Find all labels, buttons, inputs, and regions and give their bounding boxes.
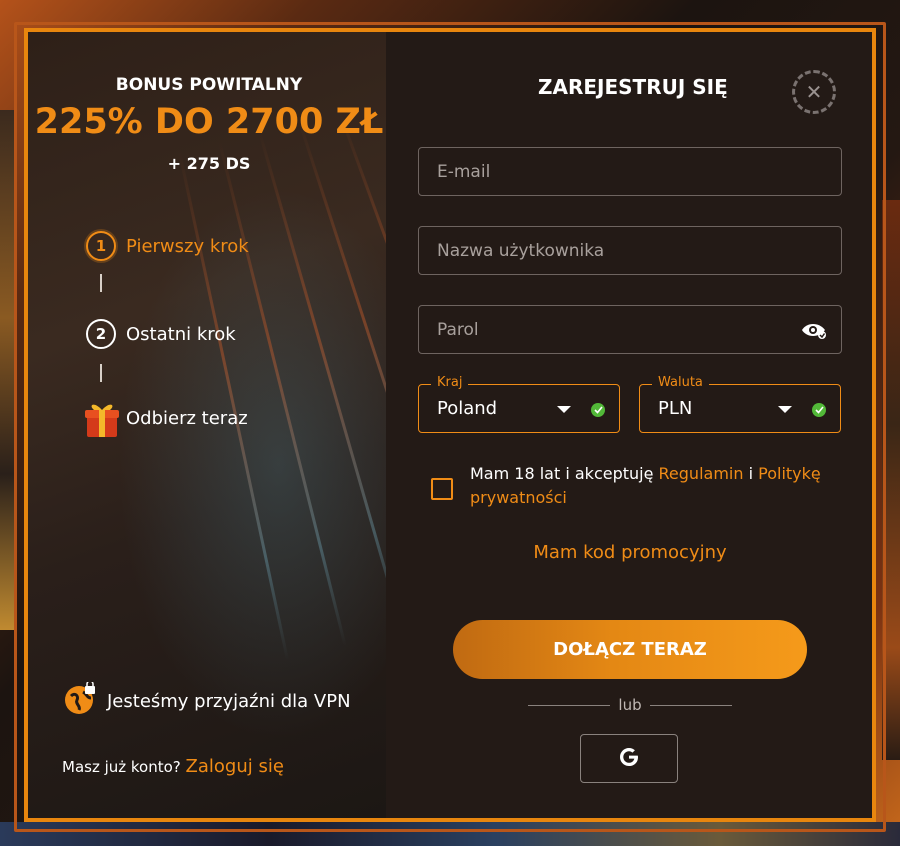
decorative-line bbox=[338, 110, 386, 601]
email-input[interactable] bbox=[437, 161, 841, 182]
form-title: ZAREJESTRUJ SIĘ bbox=[538, 75, 728, 99]
step-connector bbox=[100, 364, 102, 382]
divider-line bbox=[528, 704, 611, 706]
bonus-amount: 225% DO 2700 ZŁ bbox=[34, 102, 384, 142]
bonus-title: BONUS POWITALNY bbox=[115, 75, 303, 95]
close-icon: ✕ bbox=[805, 80, 823, 104]
close-button[interactable]: ✕ bbox=[792, 70, 836, 114]
chevron-down-icon bbox=[778, 406, 792, 413]
google-login-button[interactable] bbox=[580, 734, 678, 783]
currency-legend: Waluta bbox=[652, 375, 709, 390]
step-last: 2 Ostatni krok bbox=[86, 319, 236, 349]
bonus-panel: BONUS POWITALNY 225% DO 2700 ZŁ + 275 DS… bbox=[28, 32, 386, 818]
terms-consent: Mam 18 lat i akceptuję Regulamin i Polit… bbox=[431, 462, 841, 510]
terms-text: Mam 18 lat i akceptuję Regulamin i Polit… bbox=[470, 462, 841, 510]
step-label: Ostatni krok bbox=[126, 323, 236, 345]
currency-value: PLN bbox=[658, 398, 693, 419]
step-number-2: 2 bbox=[86, 319, 116, 349]
username-input[interactable] bbox=[437, 240, 841, 261]
terms-middle: i bbox=[743, 464, 759, 483]
step-first: 1 Pierwszy krok bbox=[86, 231, 249, 261]
registration-modal: BONUS POWITALNY 225% DO 2700 ZŁ + 275 DS… bbox=[24, 28, 876, 822]
step-claim: Odbierz teraz bbox=[84, 399, 248, 437]
show-password-icon[interactable] bbox=[801, 320, 827, 340]
gift-icon bbox=[84, 399, 120, 437]
or-divider: lub bbox=[528, 696, 733, 714]
check-circle-icon bbox=[591, 403, 605, 417]
bonus-extra: + 275 DS bbox=[167, 154, 251, 173]
check-circle-icon bbox=[812, 403, 826, 417]
password-input[interactable] bbox=[437, 319, 841, 340]
promo-code-link[interactable]: Mam kod promocyjny bbox=[418, 542, 842, 563]
country-value: Poland bbox=[437, 398, 498, 419]
login-prompt: Masz już konto? Zaloguj się bbox=[62, 756, 284, 777]
terms-checkbox[interactable] bbox=[431, 478, 453, 500]
divider-line bbox=[649, 704, 733, 706]
or-text: lub bbox=[618, 696, 642, 714]
step-label: Odbierz teraz bbox=[126, 407, 248, 429]
terms-prefix: Mam 18 lat i akceptuję bbox=[470, 464, 659, 483]
join-button[interactable]: DOŁĄCZ TERAZ bbox=[453, 620, 807, 679]
google-icon bbox=[617, 745, 641, 773]
password-field[interactable] bbox=[418, 305, 842, 354]
username-field[interactable] bbox=[418, 226, 842, 275]
chevron-down-icon bbox=[557, 406, 571, 413]
step-connector bbox=[100, 274, 102, 292]
currency-select[interactable]: Waluta PLN bbox=[639, 375, 841, 433]
email-field[interactable] bbox=[418, 147, 842, 196]
country-select[interactable]: Kraj Poland bbox=[418, 375, 620, 433]
vpn-globe-icon bbox=[63, 680, 97, 721]
login-question: Masz już konto? bbox=[62, 758, 181, 776]
decorative-line bbox=[298, 121, 386, 617]
vpn-text: Jesteśmy przyjaźni dla VPN bbox=[107, 691, 351, 712]
step-number-1: 1 bbox=[86, 231, 116, 261]
login-link[interactable]: Zaloguj się bbox=[186, 756, 284, 777]
step-label: Pierwszy krok bbox=[126, 235, 249, 257]
vpn-notice: Jesteśmy przyjaźni dla VPN bbox=[63, 680, 351, 721]
terms-link[interactable]: Regulamin bbox=[659, 464, 744, 483]
country-legend: Kraj bbox=[431, 375, 469, 390]
